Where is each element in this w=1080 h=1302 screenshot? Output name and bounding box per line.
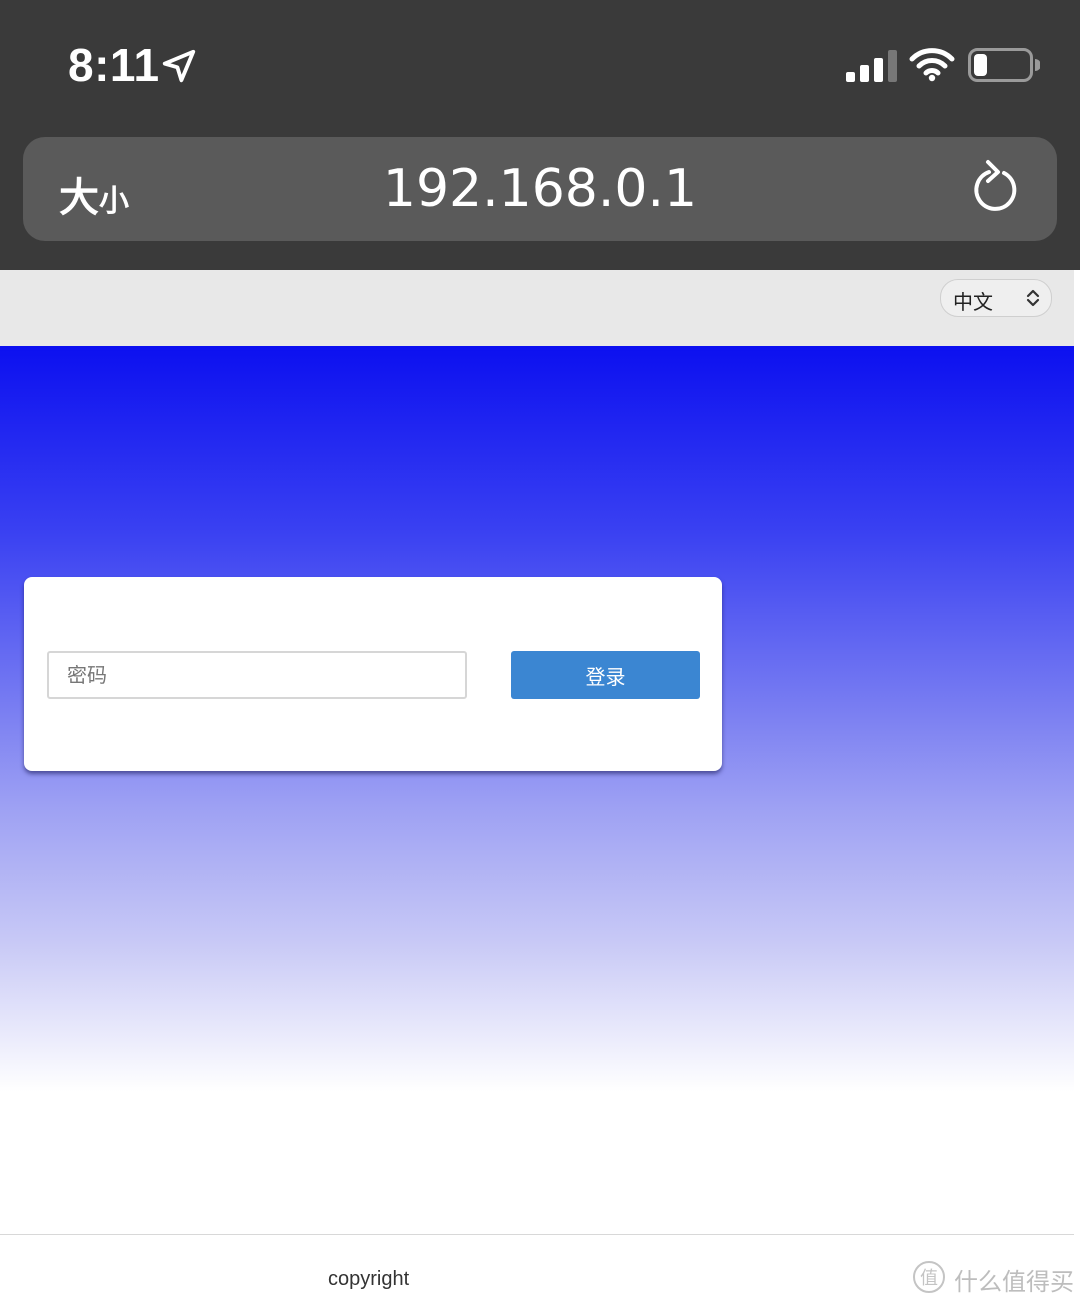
login-card: 登录 [24, 577, 722, 771]
page-right-edge [1074, 270, 1080, 1302]
location-arrow-icon [162, 49, 196, 83]
login-button[interactable]: 登录 [511, 651, 700, 699]
language-select-value: 中文 [953, 290, 993, 314]
wifi-icon [909, 48, 955, 82]
password-input[interactable] [47, 651, 467, 699]
browser-chrome: 8:11 大小 192.168.0.1 [0, 0, 1080, 270]
top-bar: 中文 [0, 270, 1074, 346]
copyright-text: copyright [328, 1268, 410, 1290]
language-select[interactable]: 中文 [940, 279, 1052, 317]
chevron-updown-icon [1026, 289, 1040, 307]
address-bar[interactable]: 大小 192.168.0.1 [23, 137, 1057, 241]
status-time: 8:11 [68, 39, 160, 91]
cellular-signal-icon [846, 50, 897, 82]
battery-icon [968, 48, 1040, 82]
url-text[interactable]: 192.168.0.1 [23, 159, 1057, 219]
svg-text:值: 值 [920, 1268, 938, 1289]
watermark-text: 什么值得买 [954, 1268, 1074, 1296]
web-page: 中文 登录 copyright 值 什么值得买 [0, 270, 1074, 1302]
watermark-logo-icon: 值 [913, 1261, 945, 1293]
hero-background: 登录 [0, 346, 1074, 1092]
footer-divider [0, 1234, 1074, 1235]
reload-icon[interactable] [967, 159, 1023, 219]
